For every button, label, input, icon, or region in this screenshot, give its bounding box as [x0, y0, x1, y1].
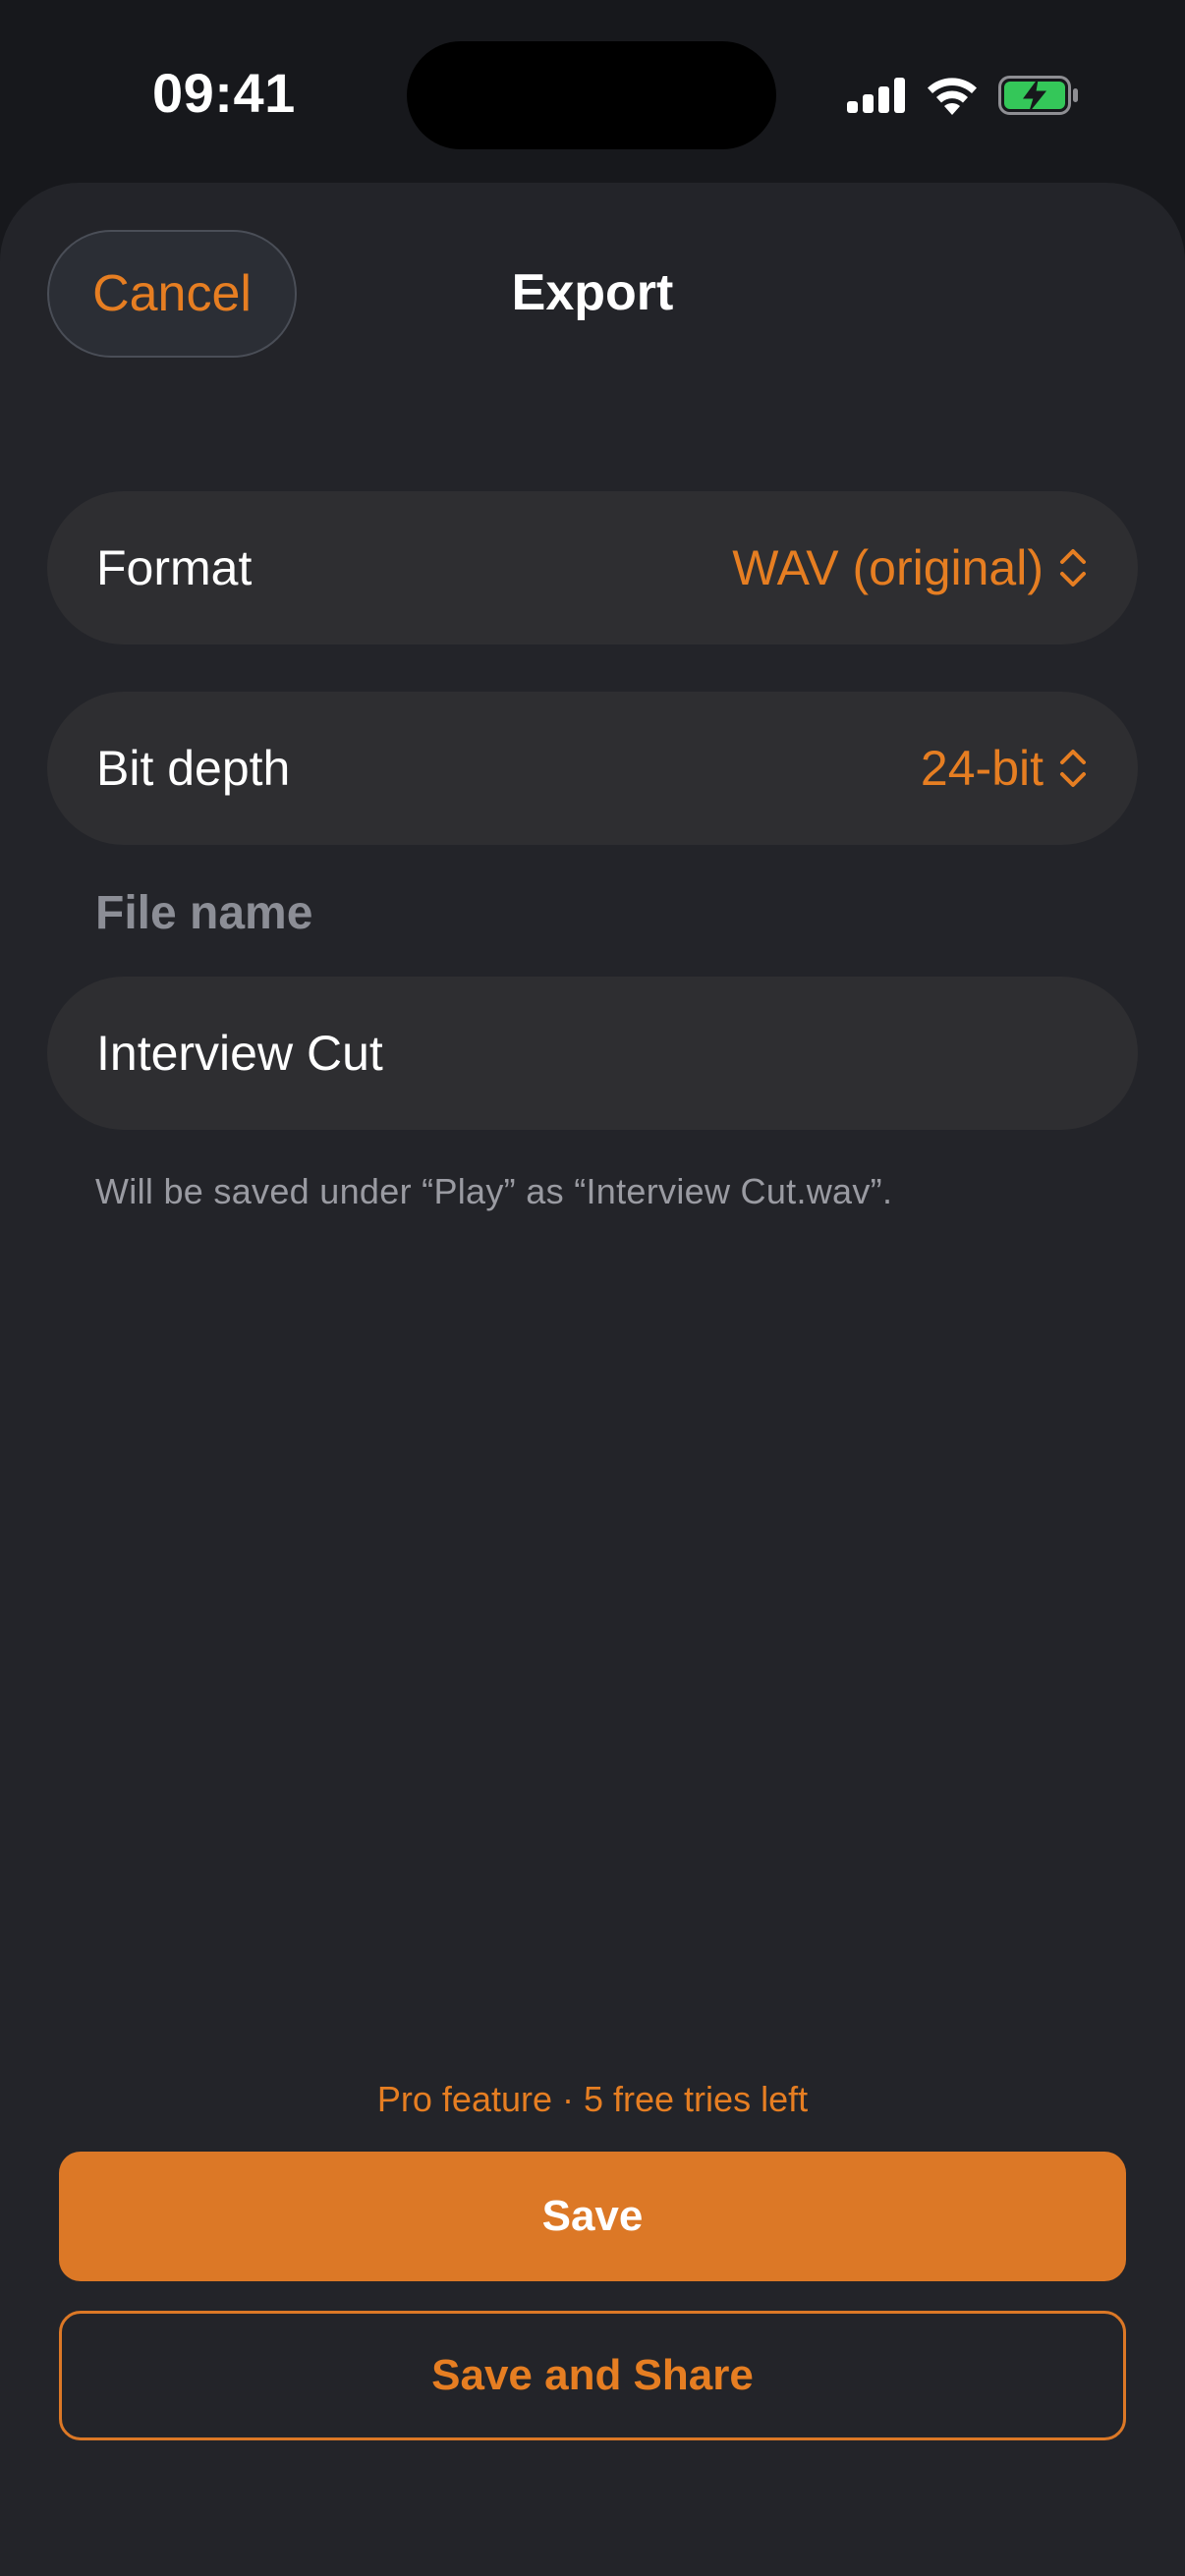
save-and-share-button[interactable]: Save and Share [59, 2311, 1126, 2440]
pro-feature-note: Pro feature · 5 free tries left [376, 2079, 809, 2119]
bit-depth-value: 24-bit [920, 741, 1044, 796]
bit-depth-picker[interactable]: Bit depth 24-bit [47, 692, 1138, 845]
wifi-icon [928, 78, 977, 115]
sheet-title: Export [511, 264, 674, 321]
format-value-container: WAV (original) [732, 539, 1089, 596]
export-screen: 09:41 Cancel Export Format WAV (original… [0, 0, 1185, 2576]
file-name-section-label: File name [95, 887, 313, 939]
status-time: 09:41 [152, 62, 296, 124]
chevron-up-down-icon [1060, 750, 1086, 787]
chevron-up-down-icon [1060, 549, 1086, 587]
status-bar: 09:41 [0, 0, 1185, 187]
export-sheet: Cancel Export Format WAV (original) Bit … [0, 183, 1185, 2576]
cellular-signal-icon [847, 78, 905, 113]
file-name-input[interactable]: Interview Cut [47, 977, 1138, 1130]
format-value: WAV (original) [732, 540, 1044, 595]
save-button[interactable]: Save [59, 2152, 1126, 2281]
format-picker[interactable]: Format WAV (original) [47, 491, 1138, 644]
battery-charging-icon [998, 76, 1078, 115]
dynamic-island [407, 41, 776, 149]
status-icons [847, 71, 1079, 120]
format-label: Format [96, 540, 253, 595]
bit-depth-value-container: 24-bit [921, 740, 1089, 797]
save-location-hint: Will be saved under “Play” as “Interview… [95, 1171, 893, 1211]
bit-depth-label: Bit depth [96, 741, 291, 796]
